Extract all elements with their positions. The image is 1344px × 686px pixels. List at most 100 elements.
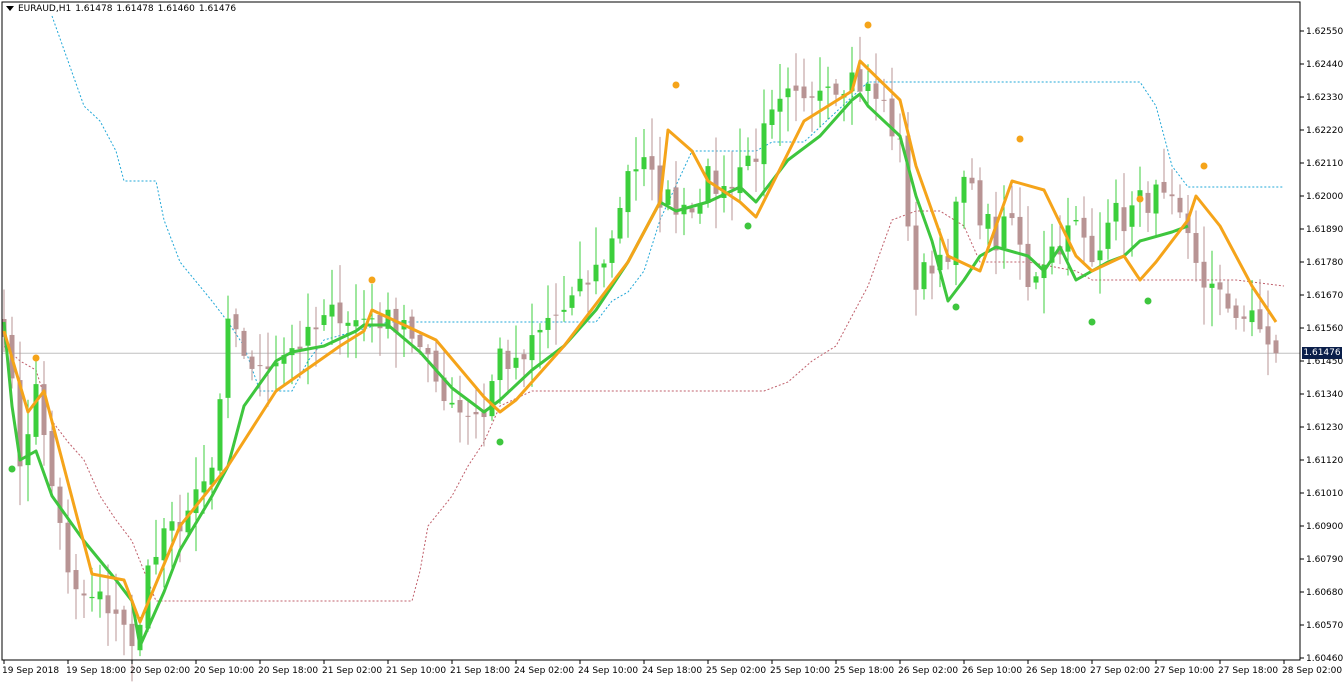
candle-bear	[65, 522, 71, 573]
candle-bull	[305, 326, 311, 346]
candle-bull	[537, 329, 543, 333]
candle-bull	[577, 278, 583, 292]
candle-bull	[593, 264, 599, 282]
candle-bull	[705, 166, 711, 203]
y-tick-label: 1.62550	[1306, 27, 1343, 37]
candle-bull	[97, 591, 103, 600]
chart: 1.62550 1.62440 1.62330 1.62220 1.62110 1.620…	[0, 0, 1344, 682]
candle-bear	[801, 86, 807, 99]
candle-bull	[1073, 219, 1079, 222]
candle-bear	[465, 415, 471, 417]
signal-marker-high	[1136, 195, 1144, 203]
candle-bear	[905, 135, 911, 227]
candle-bear	[1089, 235, 1095, 263]
candle-bull	[449, 402, 455, 405]
x-tick-label: 20 Sep 18:00	[258, 666, 318, 676]
x-tick-label: 27 Sep 02:00	[1090, 666, 1150, 676]
y-tick-label: 1.61670	[1306, 291, 1343, 301]
candle-bull	[641, 157, 647, 170]
signal-marker-high	[672, 81, 680, 89]
y-tick-label: 1.62220	[1306, 126, 1343, 136]
candle-bear	[1273, 340, 1279, 354]
chart-header: EURAUD,H1 1.61478 1.61478 1.61460 1.61476	[6, 4, 240, 14]
candle-bull	[25, 434, 31, 466]
x-tick-label: 20 Sep 10:00	[194, 666, 254, 676]
y-tick-label: 1.60570	[1306, 621, 1343, 631]
candle-bear	[1081, 217, 1087, 238]
ohlc-high: 1.61478	[116, 4, 154, 14]
signal-marker-low	[1144, 297, 1152, 305]
candle-bear	[473, 411, 479, 415]
x-tick-label: 24 Sep 10:00	[578, 666, 638, 676]
candle-bull	[817, 90, 823, 101]
candle-bear	[337, 302, 343, 324]
candle-bull	[161, 528, 167, 561]
y-tick-label: 1.61340	[1306, 390, 1343, 400]
candle-bear	[1225, 293, 1231, 309]
candle-bear	[1145, 192, 1151, 213]
chart-canvas: 1.62550 1.62440 1.62330 1.62220 1.62110 1.620…	[0, 0, 1344, 682]
candle-bull	[545, 317, 551, 330]
candle-bear	[793, 85, 799, 91]
candle-bear	[1169, 194, 1175, 197]
candle-bear	[833, 83, 839, 95]
candle-bull	[321, 315, 327, 326]
candle-bear	[1233, 305, 1239, 318]
candle-bear	[105, 595, 111, 614]
candle-bull	[601, 263, 607, 268]
candle-bull	[961, 176, 967, 203]
candle-bull	[1105, 222, 1111, 249]
candle-bull	[1249, 310, 1255, 323]
candle-bear	[649, 156, 655, 170]
x-tick-label: 24 Sep 18:00	[642, 666, 702, 676]
y-tick-label: 1.62440	[1306, 60, 1343, 70]
y-tick-label: 1.62110	[1306, 159, 1343, 169]
candle-bear	[553, 314, 559, 316]
y-tick-label: 1.60790	[1306, 555, 1343, 565]
candle-bull	[353, 320, 359, 327]
signal-marker-low	[1088, 318, 1096, 326]
candle-bull	[497, 348, 503, 381]
signal-marker-high	[368, 276, 376, 284]
x-tick-label: 26 Sep 18:00	[1026, 666, 1086, 676]
y-tick-label: 1.61780	[1306, 258, 1343, 268]
y-tick-label: 1.61010	[1306, 489, 1343, 499]
candle-bull	[361, 318, 367, 320]
candle-bull	[777, 98, 783, 112]
ohlc-low: 1.61460	[157, 4, 195, 14]
candle-bull	[609, 238, 615, 263]
candle-bear	[753, 158, 759, 162]
candle-bull	[1001, 216, 1007, 249]
candle-bull	[169, 521, 175, 531]
x-tick-label: 21 Sep 10:00	[386, 666, 446, 676]
candle-bear	[521, 354, 527, 360]
signal-marker-low	[952, 303, 960, 311]
y-tick-label: 1.60680	[1306, 588, 1343, 598]
y-tick-label: 1.61890	[1306, 225, 1343, 235]
y-tick-label: 1.60900	[1306, 522, 1343, 532]
signal-marker-low	[8, 465, 16, 473]
candle-bear	[257, 365, 263, 367]
collapse-triangle-icon[interactable]	[6, 6, 14, 11]
candle-bull	[33, 384, 39, 437]
x-tick-label: 21 Sep 18:00	[450, 666, 510, 676]
candle-bull	[529, 335, 535, 361]
candle-bull	[1129, 205, 1135, 227]
signal-marker-high	[32, 354, 40, 362]
x-tick-label: 27 Sep 10:00	[1154, 666, 1214, 676]
x-tick-label: 26 Sep 10:00	[962, 666, 1022, 676]
candle-bear	[1193, 233, 1199, 263]
candle-bear	[1177, 197, 1183, 213]
candle-bear	[1161, 181, 1167, 193]
y-tick-label: 1.62330	[1306, 93, 1343, 103]
candle-bear	[977, 180, 983, 226]
y-tick-label: 1.62000	[1306, 192, 1343, 202]
signal-marker-high	[1200, 162, 1208, 170]
current-price-badge: 1.61476	[1302, 347, 1342, 360]
candle-bear	[313, 327, 319, 330]
candle-bull	[1113, 202, 1119, 222]
x-tick-label: 19 Sep 18:00	[66, 666, 126, 676]
candle-bear	[241, 330, 247, 356]
candle-bull	[865, 83, 871, 91]
x-tick-label: 27 Sep 18:00	[1218, 666, 1278, 676]
